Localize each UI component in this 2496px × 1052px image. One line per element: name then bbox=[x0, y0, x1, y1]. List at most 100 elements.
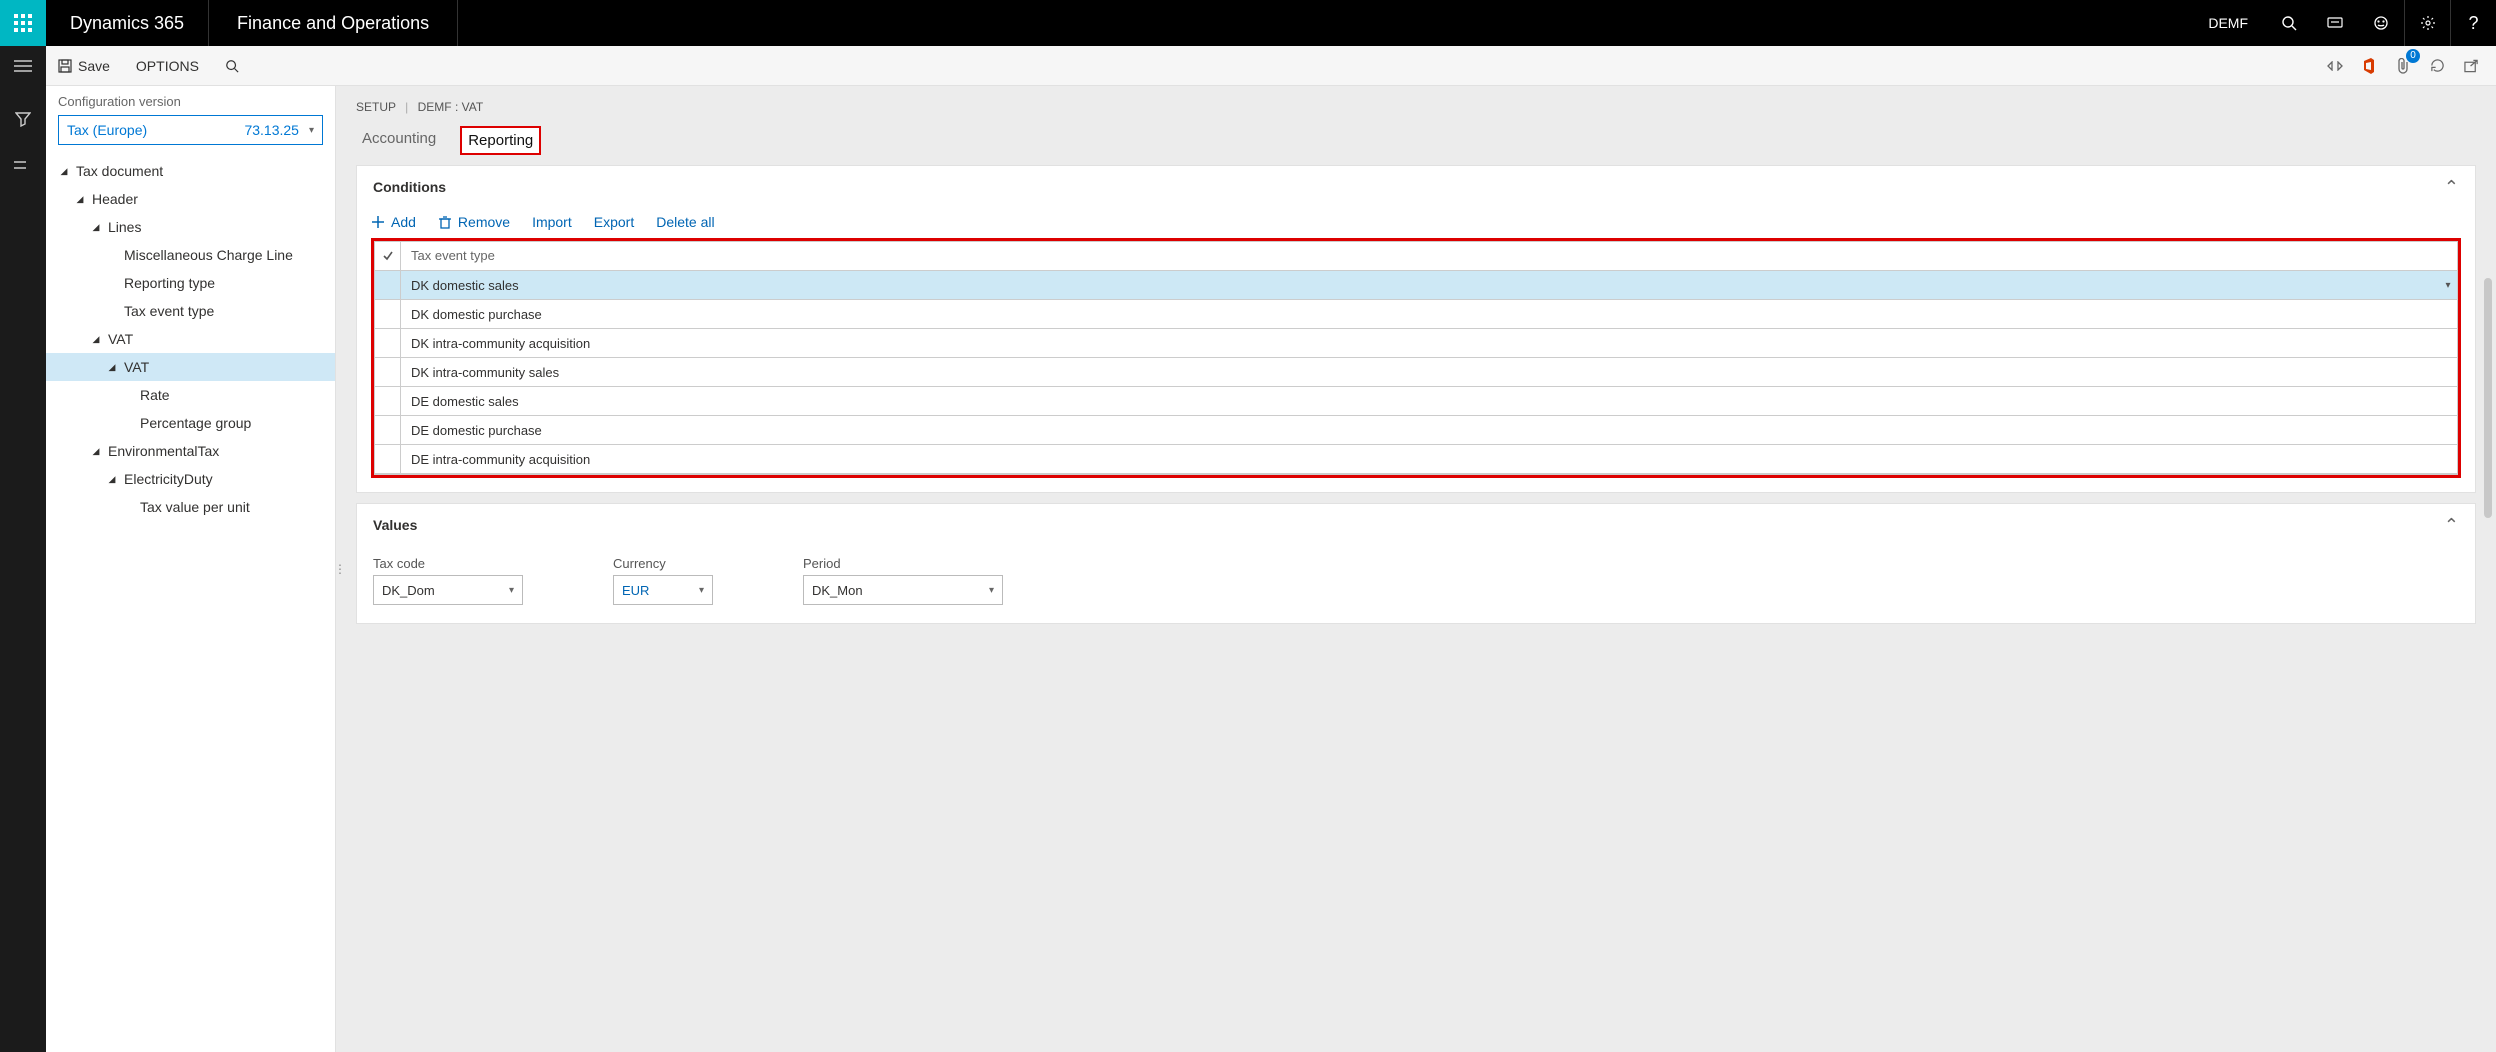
values-header[interactable]: Values bbox=[357, 504, 2475, 546]
cell-tax-event-type[interactable]: DK intra-community acquisition bbox=[401, 336, 2439, 351]
tree-node-tax-val-unit[interactable]: Tax value per unit bbox=[46, 493, 335, 521]
table-row[interactable]: DE domestic purchase▾ bbox=[375, 416, 2457, 445]
remove-button[interactable]: Remove bbox=[438, 214, 510, 230]
chevron-up-icon bbox=[2444, 177, 2459, 198]
row-select[interactable] bbox=[375, 358, 401, 386]
help-icon[interactable]: ? bbox=[2450, 0, 2496, 46]
filter-icon[interactable] bbox=[0, 96, 46, 142]
app-launcher[interactable] bbox=[0, 0, 46, 46]
breadcrumb: SETUP | DEMF : VAT bbox=[356, 100, 2476, 120]
cell-tax-event-type[interactable]: DK intra-community sales bbox=[401, 365, 2439, 380]
chevron-down-icon: ▾ bbox=[699, 585, 704, 596]
field-tax-code: Tax code DK_Dom ▾ bbox=[373, 556, 523, 605]
table-row[interactable]: DE intra-community acquisition▾ bbox=[375, 445, 2457, 474]
brand-title[interactable]: Dynamics 365 bbox=[46, 0, 209, 46]
config-version-select[interactable]: Tax (Europe) 73.13.25 ▾ bbox=[58, 115, 323, 145]
page-search-button[interactable] bbox=[213, 46, 251, 85]
chevron-up-icon bbox=[2444, 515, 2459, 536]
tree-label: EnvironmentalTax bbox=[108, 443, 219, 459]
column-tax-event-type[interactable]: Tax event type bbox=[401, 242, 2457, 270]
attachments-icon[interactable]: 0 bbox=[2388, 51, 2418, 81]
tree-node-vat2[interactable]: ◢VAT bbox=[46, 353, 335, 381]
attachview-icon[interactable] bbox=[2320, 51, 2350, 81]
cell-tax-event-type[interactable]: DE domestic purchase bbox=[401, 423, 2439, 438]
plus-icon bbox=[371, 215, 385, 229]
action-bar: Save OPTIONS 0 bbox=[46, 46, 2496, 86]
options-button[interactable]: OPTIONS bbox=[122, 46, 213, 85]
content-scrollbar[interactable] bbox=[2484, 278, 2492, 518]
table-row[interactable]: DK domestic sales▾ bbox=[375, 271, 2457, 300]
tree-toggle-icon: ◢ bbox=[88, 334, 104, 345]
cell-tax-event-type[interactable]: DK domestic purchase bbox=[401, 307, 2439, 322]
company-code[interactable]: DEMF bbox=[2190, 0, 2266, 46]
select-all-checkmark[interactable] bbox=[375, 242, 401, 270]
table-row[interactable]: DK intra-community sales▾ bbox=[375, 358, 2457, 387]
currency-select[interactable]: EUR ▾ bbox=[613, 575, 713, 605]
import-button[interactable]: Import bbox=[532, 214, 572, 230]
hamburger-icon[interactable] bbox=[0, 46, 46, 86]
tree-label: ElectricityDuty bbox=[124, 471, 213, 487]
tree-node-rate[interactable]: Rate bbox=[46, 381, 335, 409]
conditions-grid-highlight: Tax event type DK domestic sales▾DK dome… bbox=[371, 238, 2461, 478]
tree-label: Miscellaneous Charge Line bbox=[124, 247, 293, 263]
tree-label: Tax event type bbox=[124, 303, 214, 319]
search-icon bbox=[225, 59, 239, 73]
tree-node-vat[interactable]: ◢ VAT bbox=[46, 325, 335, 353]
row-select[interactable] bbox=[375, 300, 401, 328]
tab-reporting[interactable]: Reporting bbox=[460, 126, 541, 155]
tree-label: Rate bbox=[140, 387, 170, 403]
splitter-handle[interactable]: ⋮ bbox=[336, 86, 344, 1052]
tree-node-lines[interactable]: ◢Lines bbox=[46, 213, 335, 241]
refresh-icon[interactable] bbox=[2422, 51, 2452, 81]
tree-node-pct-group[interactable]: Percentage group bbox=[46, 409, 335, 437]
conditions-panel: Conditions Add Remove Import bbox=[356, 165, 2476, 493]
row-select[interactable] bbox=[375, 445, 401, 473]
table-row[interactable]: DK domestic purchase▾ bbox=[375, 300, 2457, 329]
chevron-down-icon: ▾ bbox=[309, 125, 314, 136]
add-button[interactable]: Add bbox=[371, 214, 416, 230]
feedback-icon[interactable] bbox=[2358, 0, 2404, 46]
tree-toggle-icon: ◢ bbox=[104, 362, 120, 373]
search-icon[interactable] bbox=[2266, 0, 2312, 46]
export-button[interactable]: Export bbox=[594, 214, 634, 230]
cell-tax-event-type[interactable]: DE intra-community acquisition bbox=[401, 452, 2439, 467]
messagebar-icon[interactable] bbox=[2312, 0, 2358, 46]
row-select[interactable] bbox=[375, 387, 401, 415]
relatedinfo-icon[interactable] bbox=[0, 142, 46, 188]
save-button[interactable]: Save bbox=[46, 46, 122, 85]
chevron-down-icon: ▾ bbox=[509, 585, 514, 596]
row-select[interactable] bbox=[375, 329, 401, 357]
tree-label: VAT bbox=[108, 331, 133, 347]
conditions-toolbar: Add Remove Import Export Delete all bbox=[357, 208, 2475, 238]
waffle-icon bbox=[14, 14, 32, 32]
trash-icon bbox=[438, 215, 452, 229]
row-select[interactable] bbox=[375, 271, 401, 299]
left-rail bbox=[0, 46, 46, 1052]
tree-node-tax-document[interactable]: ◢Tax document bbox=[46, 157, 335, 185]
tree-node-env-tax[interactable]: ◢EnvironmentalTax bbox=[46, 437, 335, 465]
settings-icon[interactable] bbox=[2404, 0, 2450, 46]
tree-node-header[interactable]: ◢Header bbox=[46, 185, 335, 213]
tree-node-reporting-type[interactable]: Reporting type bbox=[46, 269, 335, 297]
cell-tax-event-type[interactable]: DK domestic sales bbox=[401, 278, 2439, 293]
table-row[interactable]: DE domestic sales▾ bbox=[375, 387, 2457, 416]
popout-icon[interactable] bbox=[2456, 51, 2486, 81]
tree-node-elec-duty[interactable]: ◢ElectricityDuty bbox=[46, 465, 335, 493]
tax-code-select[interactable]: DK_Dom ▾ bbox=[373, 575, 523, 605]
row-select[interactable] bbox=[375, 416, 401, 444]
table-row[interactable]: DK intra-community acquisition▾ bbox=[375, 329, 2457, 358]
config-tree: ◢Tax document◢Header◢LinesMiscellaneous … bbox=[46, 155, 335, 531]
tree-node-misc-charge[interactable]: Miscellaneous Charge Line bbox=[46, 241, 335, 269]
conditions-grid: Tax event type DK domestic sales▾DK dome… bbox=[374, 241, 2458, 475]
tree-label: Tax document bbox=[76, 163, 163, 179]
module-title[interactable]: Finance and Operations bbox=[209, 0, 458, 46]
period-select[interactable]: DK_Mon ▾ bbox=[803, 575, 1003, 605]
cell-tax-event-type[interactable]: DE domestic sales bbox=[401, 394, 2439, 409]
tree-node-tax-event-type[interactable]: Tax event type bbox=[46, 297, 335, 325]
conditions-header[interactable]: Conditions bbox=[357, 166, 2475, 208]
delete-all-button[interactable]: Delete all bbox=[656, 214, 714, 230]
chevron-down-icon: ▾ bbox=[2439, 280, 2457, 291]
office-icon[interactable] bbox=[2354, 51, 2384, 81]
grid-header: Tax event type bbox=[375, 241, 2457, 271]
tab-accounting[interactable]: Accounting bbox=[356, 126, 442, 155]
